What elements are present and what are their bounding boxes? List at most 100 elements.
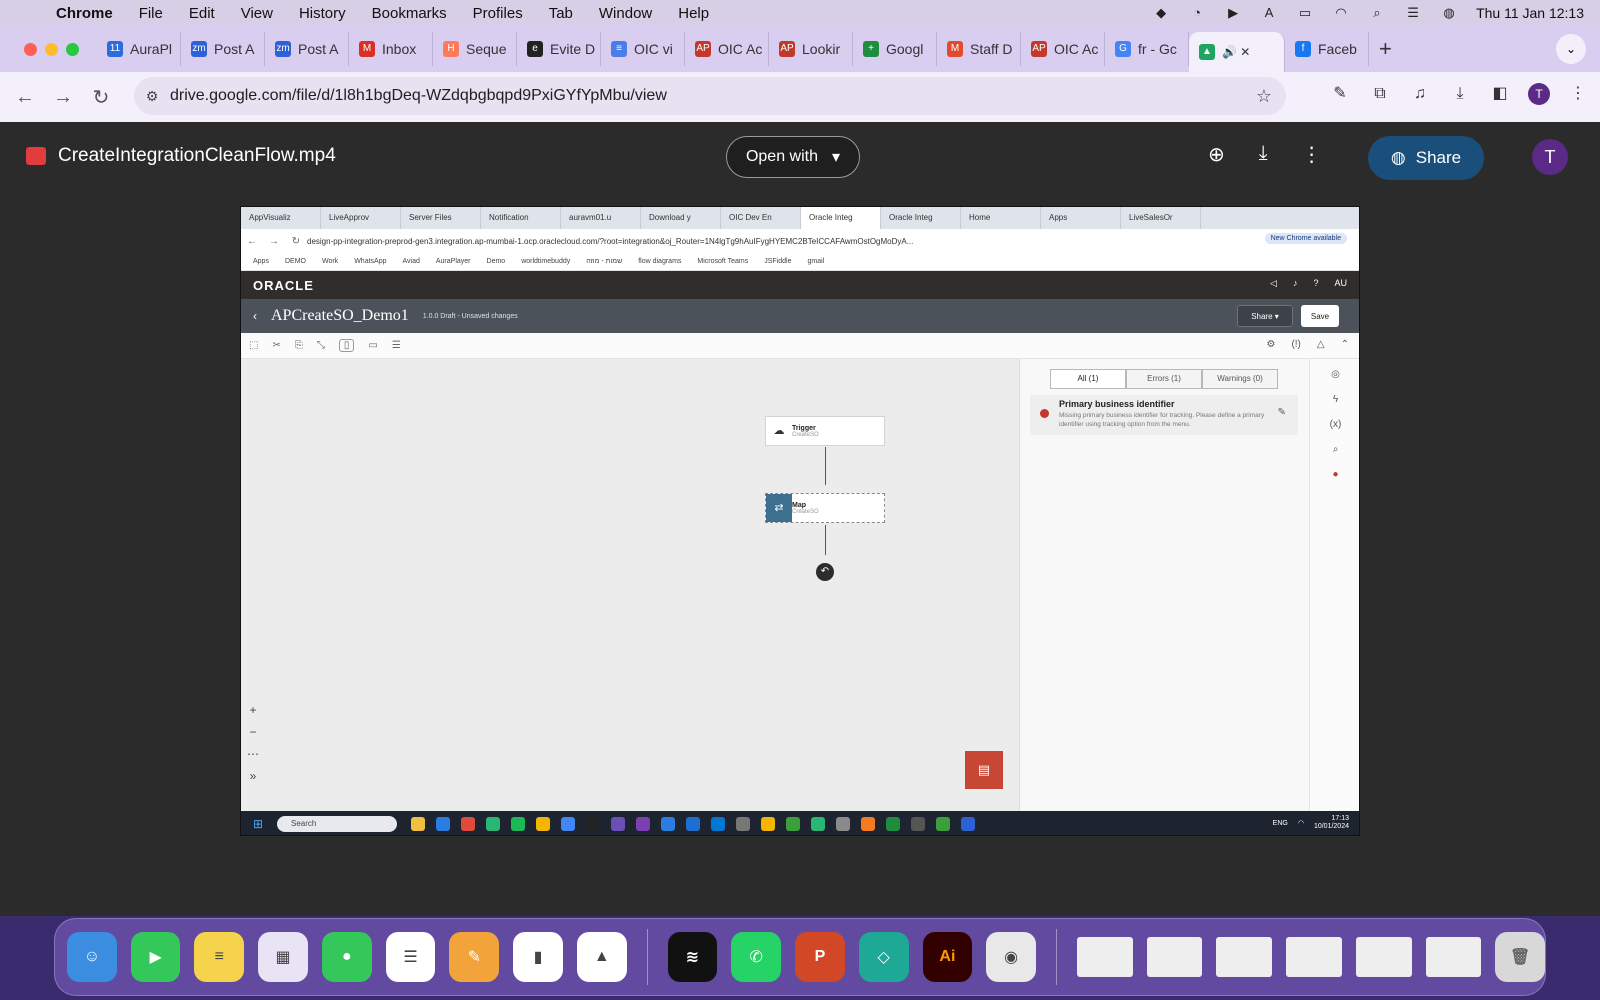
lightning-icon: ϟ <box>1332 394 1339 405</box>
menu-profiles[interactable]: Profiles <box>473 5 523 22</box>
browser-tab[interactable]: + Googl <box>853 32 937 66</box>
tab-audio-close-icon[interactable]: 🔊 ✕ <box>1222 45 1250 59</box>
taskbar-app-icon <box>786 817 800 831</box>
dock-window-thumbnail[interactable] <box>1146 937 1203 977</box>
add-to-drive-icon[interactable]: ⊕ <box>1208 142 1225 167</box>
menu-window[interactable]: Window <box>599 5 652 22</box>
menu-view[interactable]: View <box>241 5 273 22</box>
browser-tab[interactable]: M Inbox <box>349 32 433 66</box>
tab-search-button[interactable]: ⌄ <box>1556 34 1586 64</box>
dock-app-illustrator[interactable]: Ai <box>922 932 973 982</box>
back-button[interactable]: ← <box>6 86 44 109</box>
dock-app-surfshark[interactable]: ◇ <box>858 932 909 982</box>
reload-button[interactable]: ↻ <box>82 85 120 110</box>
bookmark-star-icon[interactable]: ☆ <box>1256 86 1272 107</box>
menu-tab[interactable]: Tab <box>549 5 573 22</box>
dock-window-thumbnail[interactable] <box>1216 937 1273 977</box>
dock-app-facetime[interactable]: ▶ <box>130 932 181 982</box>
taskbar-app-icon <box>661 817 675 831</box>
minimize-window-button[interactable] <box>45 42 58 56</box>
browser-tab[interactable]: M Staff D <box>937 32 1021 66</box>
toolbar: ← → ↻ ⚙ drive.google.com/file/d/1l8h1bgD… <box>0 72 1600 122</box>
dock-app-reminders[interactable]: ☰ <box>385 932 436 982</box>
side-panel-icon[interactable]: ◧ <box>1488 82 1512 106</box>
dock-app-numbers[interactable]: ▮ <box>513 932 563 982</box>
battery-icon[interactable]: ▭ <box>1296 6 1314 20</box>
video-browser-tab: OIC Dev En <box>721 207 801 229</box>
browser-tab[interactable]: AP OIC Ac <box>685 32 769 66</box>
share-label: Share <box>1415 148 1462 167</box>
more-actions-icon[interactable]: ⋮ <box>1302 142 1322 167</box>
wifi-icon[interactable]: ◠ <box>1332 6 1350 20</box>
browser-tab[interactable]: AP Lookir <box>769 32 853 66</box>
extensions-icon[interactable]: ⧉ <box>1368 82 1392 106</box>
account-avatar[interactable]: T <box>1532 139 1568 175</box>
video-browser-tab: Oracle Integ <box>881 207 961 229</box>
close-window-button[interactable] <box>24 42 37 56</box>
taskbar-app-icon <box>636 817 650 831</box>
menu-file[interactable]: File <box>139 5 163 22</box>
dock-app-pages[interactable]: ✎ <box>449 932 500 982</box>
dock-app-notes[interactable]: ≡ <box>194 932 245 982</box>
browser-tab[interactable]: 11 AuraPl <box>97 32 181 66</box>
clock[interactable]: Thu 11 Jan 12:13 <box>1476 5 1584 21</box>
dock-app-spotify[interactable]: ≋ <box>667 932 718 982</box>
open-with-button[interactable]: Open with ▾ <box>726 136 860 178</box>
dock-app-finder[interactable]: ☺ <box>67 932 117 982</box>
menu-history[interactable]: History <box>299 5 346 22</box>
forward-button[interactable]: → <box>44 86 82 109</box>
menu-bookmarks[interactable]: Bookmarks <box>372 5 447 22</box>
dock-app-whatsapp[interactable]: ✆ <box>731 932 782 982</box>
profile-avatar[interactable]: T <box>1528 83 1550 105</box>
browser-tab[interactable]: ▲ 🔊 ✕ <box>1189 32 1285 72</box>
menu-edit[interactable]: Edit <box>189 5 215 22</box>
map-node-title: Map <box>792 501 806 509</box>
menu-app-chrome[interactable]: Chrome <box>56 5 113 22</box>
menu-help[interactable]: Help <box>678 5 709 22</box>
browser-tab[interactable]: Gfr - Gc <box>1105 32 1189 66</box>
trash-icon[interactable]: 🗑 <box>1495 932 1545 982</box>
settings-icon: ⚙ <box>1266 339 1276 350</box>
dock-app-powerpoint[interactable]: P <box>795 932 845 982</box>
browser-tab[interactable]: f Faceb <box>1285 32 1369 66</box>
horizontal-layout-icon: ▭ <box>368 340 378 351</box>
browser-tab[interactable]: zm Post A <box>265 32 349 66</box>
dock-window-thumbnail[interactable] <box>1425 937 1482 977</box>
download-icon[interactable]: ⤓ <box>1259 142 1268 167</box>
browser-tab[interactable]: zm Post A <box>181 32 265 66</box>
video-player[interactable]: AppVisualiz LiveApprov Server Files Notific… <box>240 206 1360 836</box>
chrome-menu-icon[interactable]: ⋮ <box>1566 82 1590 106</box>
video-bookmark: Demo <box>486 258 506 265</box>
dropbox-icon[interactable]: ◆ <box>1152 6 1170 20</box>
play-icon[interactable]: ▶ <box>1224 6 1242 20</box>
wifi-off-icon[interactable]: ◔ <box>1188 6 1206 20</box>
dock-window-thumbnail[interactable] <box>1286 937 1342 977</box>
siri-icon[interactable]: ◍ <box>1440 6 1458 20</box>
collapse-up-icon: ⌃ <box>1340 339 1349 350</box>
taskbar-app-icon <box>686 817 700 831</box>
dock-app-launchpad[interactable]: ▦ <box>258 932 308 982</box>
new-tab-button[interactable]: + <box>1379 36 1392 62</box>
dock-window-thumbnail[interactable] <box>1355 937 1412 977</box>
zoom-window-button[interactable] <box>66 42 79 56</box>
windows-start-icon: ⊞ <box>253 817 264 831</box>
media-controls-icon[interactable]: ♫ <box>1408 82 1432 106</box>
keyboard-input-icon[interactable]: A <box>1260 6 1278 20</box>
share-button[interactable]: ◍ Share <box>1368 136 1484 180</box>
browser-tab[interactable]: AP OIC Ac <box>1021 32 1105 66</box>
dock-app-messages[interactable]: ● <box>321 932 372 982</box>
control-center-icon[interactable]: ☰ <box>1404 6 1422 20</box>
error-badge-icon: ● <box>1332 469 1339 480</box>
oracle-header-actions: ◁ ♪ ? AU <box>1270 278 1347 289</box>
dock-window-thumbnail[interactable] <box>1077 937 1133 977</box>
browser-tab[interactable]: ≡ OIC vi <box>601 32 685 66</box>
dock-app-chrome[interactable]: ◉ <box>986 932 1037 982</box>
browser-tab[interactable]: e Evite D <box>517 32 601 66</box>
site-info-icon[interactable]: ⚙ <box>134 88 170 105</box>
address-bar[interactable]: ⚙ drive.google.com/file/d/1l8h1bgDeq-WZd… <box>134 77 1286 115</box>
browser-tab[interactable]: H Seque <box>433 32 517 66</box>
dock-app-keynote[interactable]: ▲ <box>576 932 627 982</box>
search-icon[interactable]: ⌕ <box>1368 6 1386 20</box>
downloads-icon[interactable]: ⤓ <box>1448 82 1472 106</box>
extension-pen-icon[interactable]: ✎ <box>1328 82 1352 106</box>
